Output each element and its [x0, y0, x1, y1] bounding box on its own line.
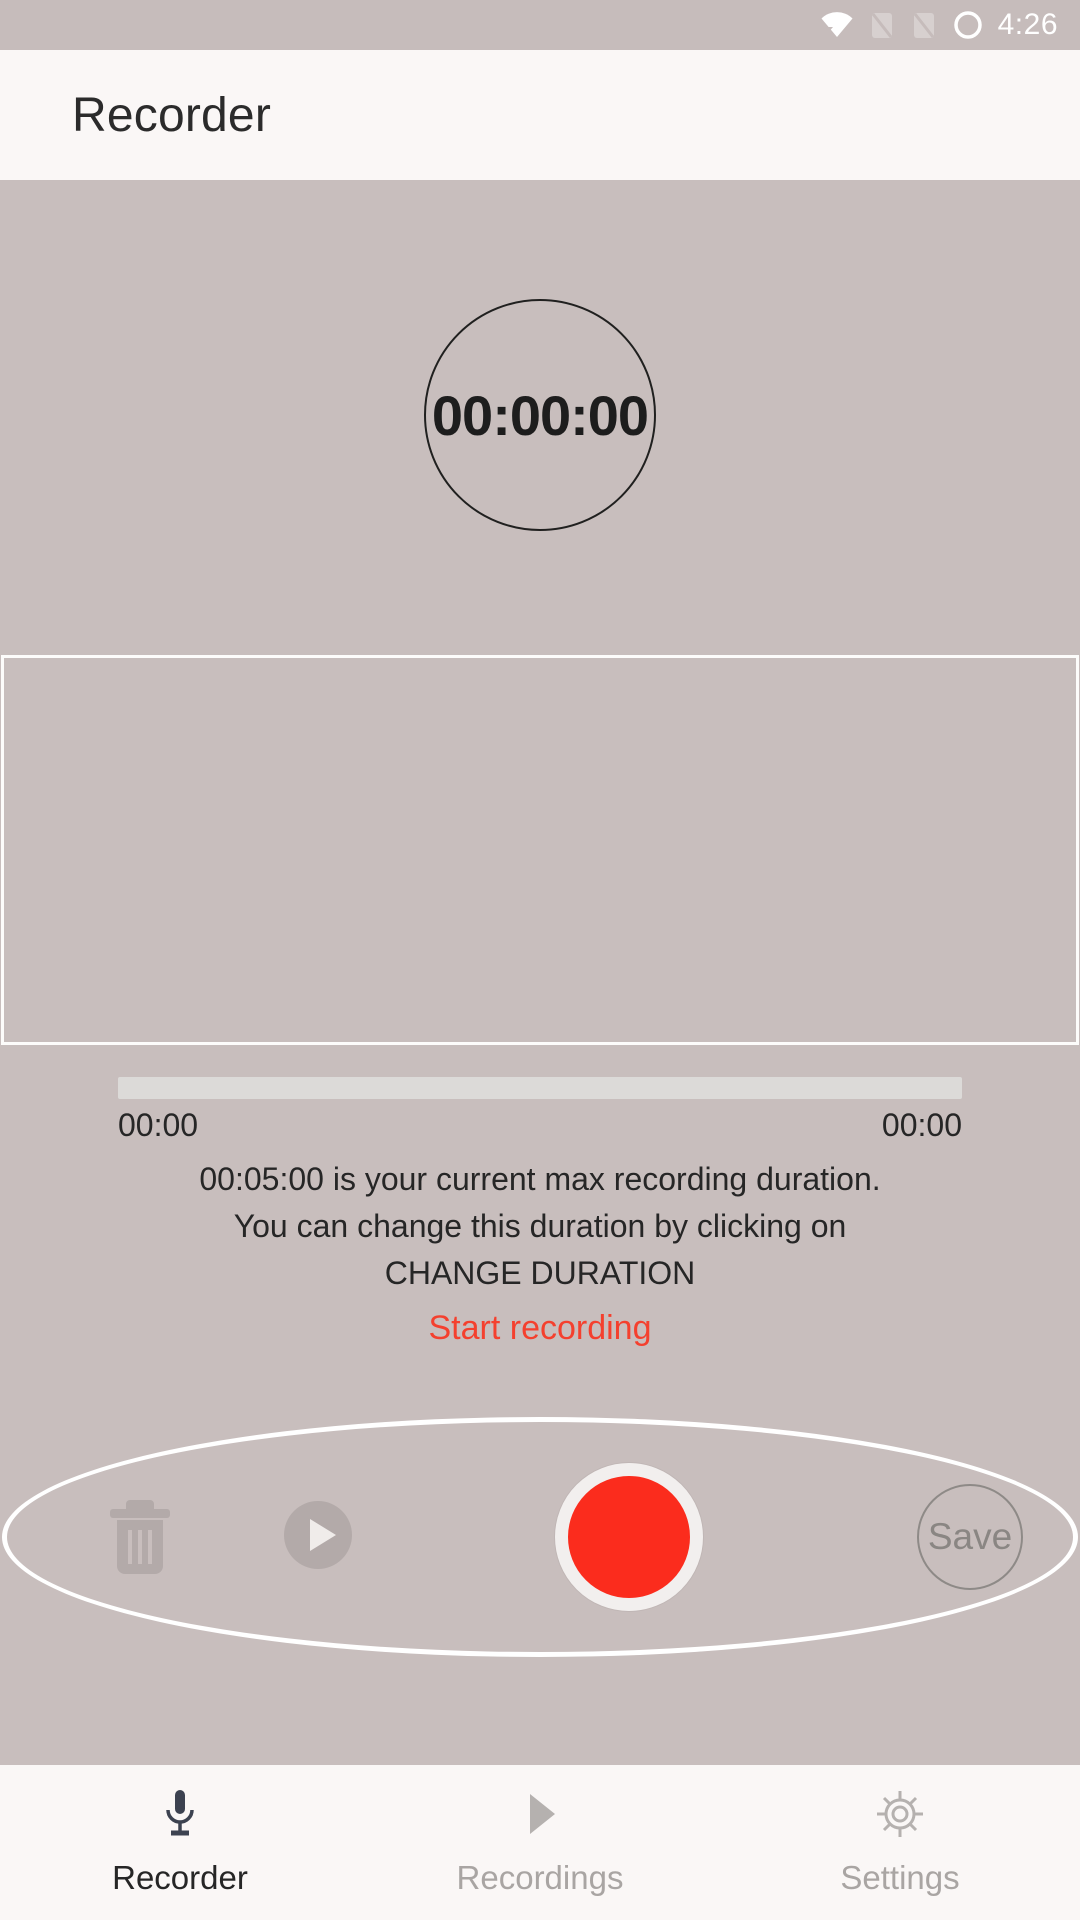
seek-total-time: 00:00 [881, 1107, 962, 1143]
page-title: Recorder [72, 88, 272, 142]
save-button-circle: Save [917, 1484, 1023, 1590]
nav-label-recordings: Recordings [456, 1859, 624, 1896]
change-duration-label[interactable]: CHANGE DURATION [188, 1250, 892, 1297]
nav-label-settings: Settings [840, 1859, 960, 1896]
status-bar-clock: 4:26 [997, 8, 1058, 41]
record-button[interactable] [398, 1463, 860, 1611]
timer-panel: 00:00:00 [0, 180, 1080, 650]
change-hint-line: You can change this duration by clicking… [233, 1208, 847, 1244]
bottom-nav: Recorder Recordings Settings [0, 1765, 1080, 1920]
play-icon [282, 1499, 354, 1576]
app-bar: Recorder [0, 50, 1080, 180]
wifi-icon [820, 10, 854, 40]
max-duration-line: 00:05:00 is your current max recording d… [199, 1161, 881, 1197]
nav-label-recorder: Recorder [112, 1859, 248, 1896]
status-bar: 4:26 [0, 0, 1080, 50]
signal-off-icon [910, 10, 938, 40]
seek-section: 00:00 00:00 00:05:00 is your current max… [0, 1045, 1080, 1355]
controls-row: Save [0, 1417, 1080, 1657]
microphone-icon [157, 1788, 203, 1845]
save-button[interactable]: Save [860, 1484, 1080, 1590]
delete-button[interactable] [60, 1492, 220, 1583]
recording-status: Start recording [428, 1309, 652, 1347]
save-button-label: Save [927, 1516, 1013, 1557]
seek-bar[interactable] [118, 1077, 962, 1099]
signal-off-icon [868, 10, 896, 40]
circle-icon [952, 9, 984, 41]
play-icon [517, 1788, 563, 1845]
seek-labels: 00:00 00:00 [118, 1107, 962, 1144]
nav-item-recorder[interactable]: Recorder [0, 1788, 360, 1897]
controls-area: Save [0, 1417, 1080, 1657]
trash-icon [103, 1492, 177, 1583]
nav-item-recordings[interactable]: Recordings [360, 1788, 720, 1897]
waveform-display [1, 655, 1079, 1045]
seek-current-time: 00:00 [118, 1107, 199, 1143]
play-button[interactable] [238, 1499, 398, 1576]
record-button-circle [555, 1463, 703, 1611]
timer-value: 00:00:00 [431, 383, 649, 447]
gear-icon [874, 1788, 926, 1845]
waveform-section [0, 650, 1080, 1045]
timer-circle: 00:00:00 [424, 299, 656, 531]
info-block: 00:05:00 is your current max recording d… [118, 1156, 962, 1355]
nav-item-settings[interactable]: Settings [720, 1788, 1080, 1897]
